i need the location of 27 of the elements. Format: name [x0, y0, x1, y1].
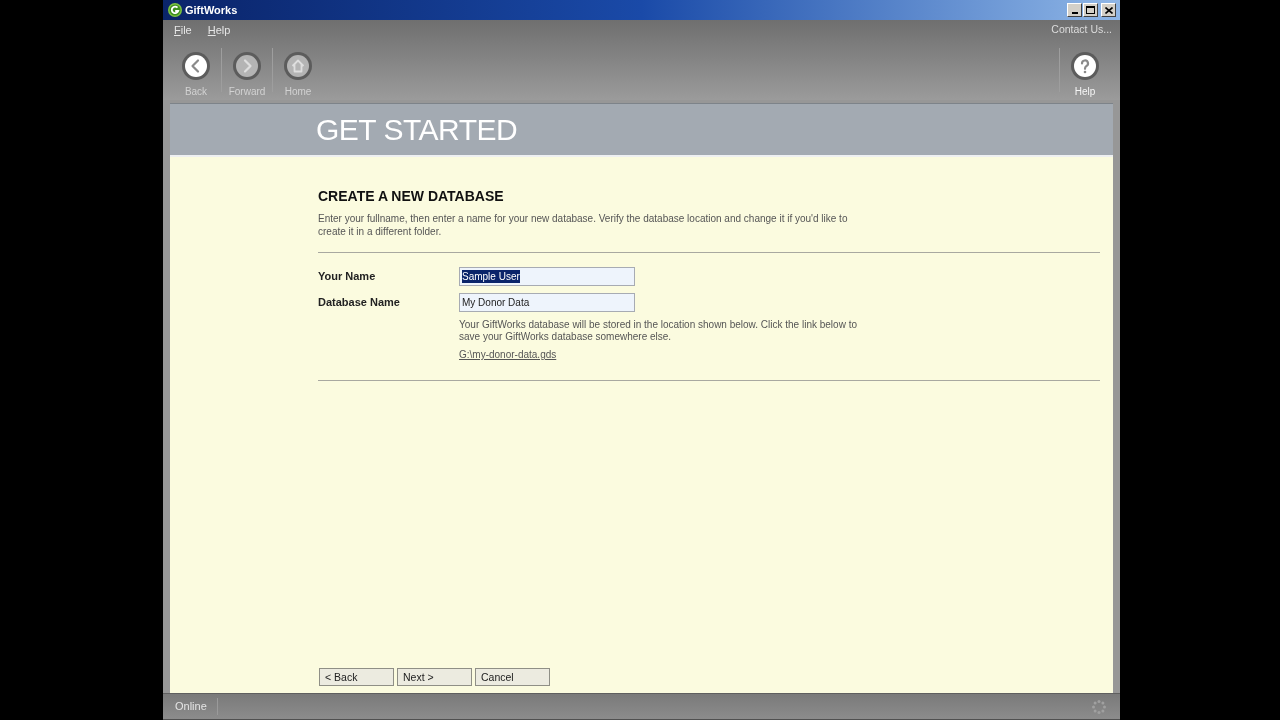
status-text: Online	[175, 698, 218, 715]
help-button[interactable]: Help	[1060, 40, 1110, 100]
contact-us-link[interactable]: Contact Us...	[1051, 22, 1112, 38]
window-title: GiftWorks	[185, 4, 238, 16]
minimize-button[interactable]	[1067, 3, 1082, 17]
location-link[interactable]: G:\my-donor-data.gds	[459, 349, 557, 361]
maximize-button[interactable]	[1083, 3, 1098, 17]
wizard-button[interactable]: Next >	[397, 668, 472, 686]
close-icon	[1104, 6, 1113, 14]
field-label: Your Name	[318, 269, 377, 285]
back-button[interactable]: Back	[171, 40, 221, 100]
minimize-icon	[1071, 12, 1078, 14]
wizard-button[interactable]: < Back	[319, 668, 394, 686]
menu-item[interactable]: Help	[207, 21, 231, 39]
section-description: Enter your fullname, then enter a name for your new database. Verify the database location and change it if you'd like to create it in a different folder.	[318, 212, 849, 238]
section-title: CREATE A NEW DATABASE	[318, 188, 504, 204]
menu-item[interactable]: File	[174, 21, 192, 39]
wizard-button[interactable]: Cancel	[475, 668, 550, 686]
page-title: GET STARTED	[316, 114, 518, 145]
maximize-icon	[1086, 6, 1095, 14]
close-button[interactable]	[1101, 3, 1116, 17]
field-label: Database Name	[318, 295, 401, 311]
spinner-icon	[1092, 699, 1106, 714]
logo-icon	[168, 3, 182, 17]
text-field[interactable]: My Donor Data	[459, 293, 635, 312]
text-field[interactable]: Sample User	[459, 267, 635, 286]
location-note: Your GiftWorks database will be stored in the location shown below. Click the link below to save your GiftWorks database somewhere else.	[459, 319, 858, 343]
